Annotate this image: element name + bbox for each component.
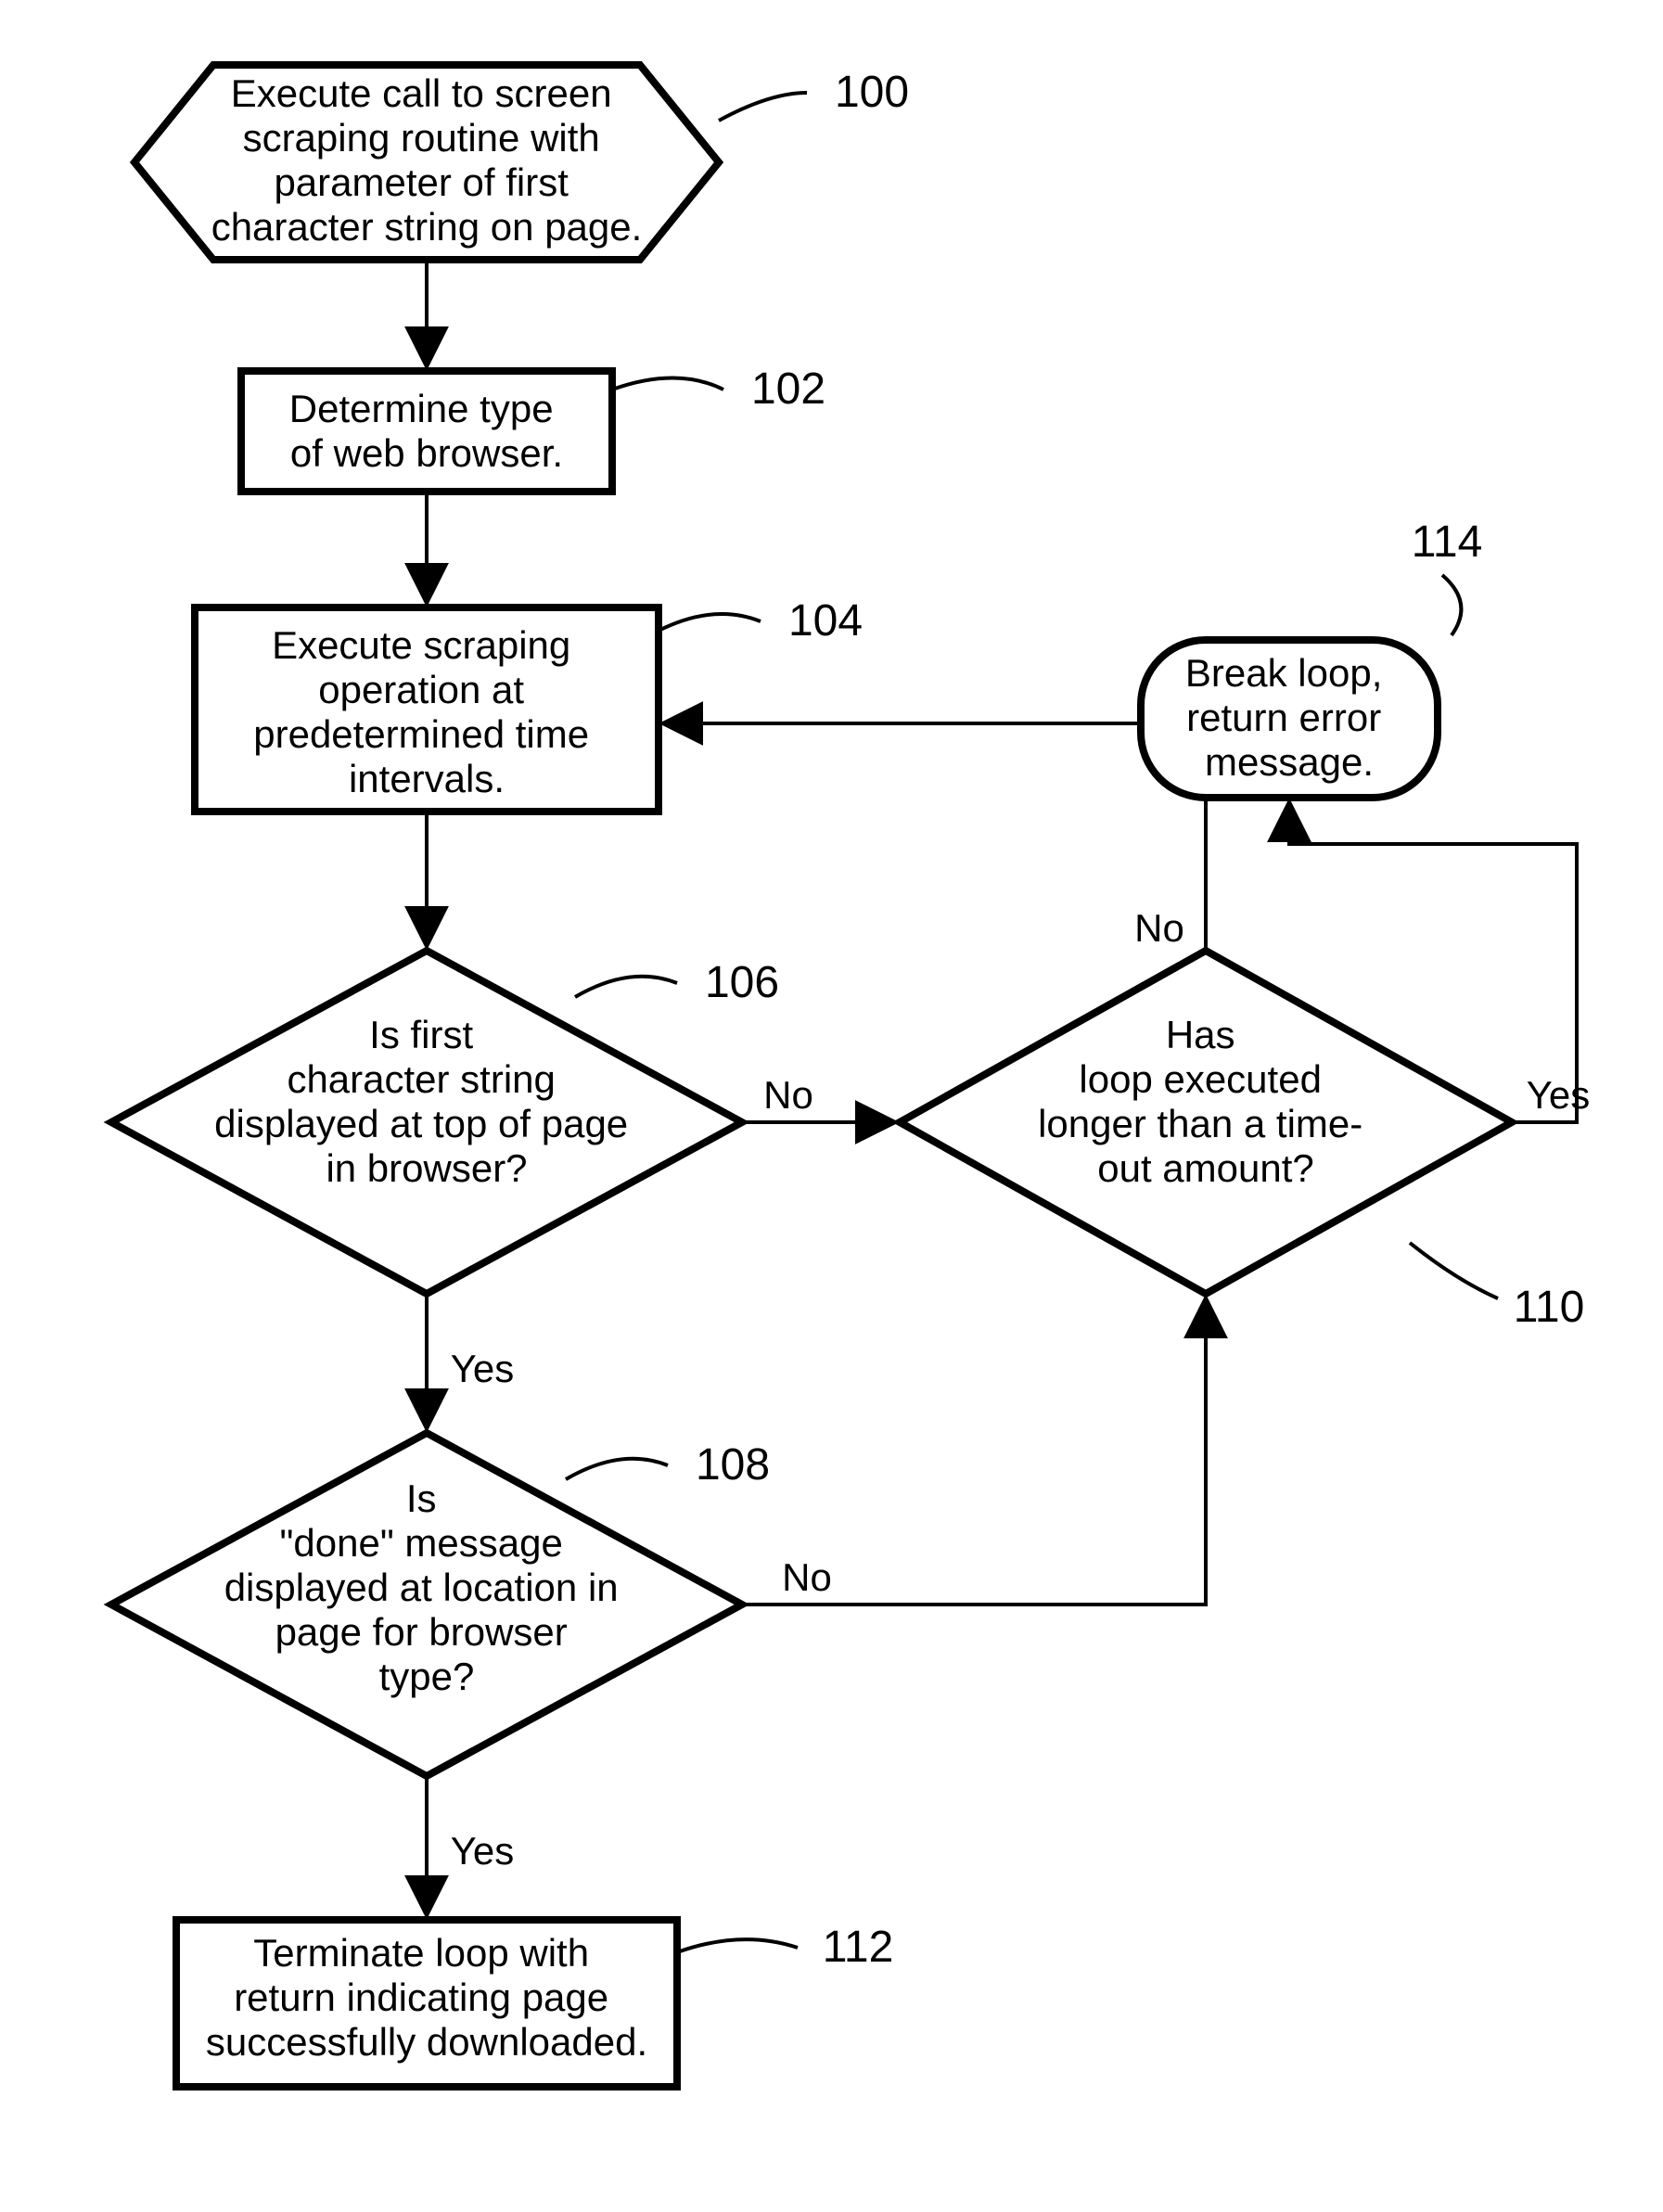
- node-100-text: Execute call to screen scraping routine …: [211, 71, 643, 249]
- node-112: Terminate loop with return indicating pa…: [176, 1920, 893, 2087]
- node-114-label: 114: [1412, 518, 1483, 567]
- edge-108-no: No: [782, 1555, 832, 1599]
- node-114: Break loop, return error message. 114: [1141, 518, 1482, 798]
- node-110-label: 110: [1514, 1283, 1585, 1332]
- node-102-label: 102: [751, 364, 825, 414]
- node-110: Has loop executed longer than a time- ou…: [900, 951, 1584, 1332]
- node-112-label: 112: [823, 1923, 894, 1972]
- node-108-label: 108: [696, 1440, 770, 1490]
- edge-106-no: No: [763, 1073, 813, 1117]
- node-108: Is "done" message displayed at location …: [111, 1433, 770, 1776]
- node-106-label: 106: [705, 958, 779, 1007]
- flowchart: Execute call to screen scraping routine …: [0, 0, 1663, 2212]
- node-112-text: Terminate loop with return indicating pa…: [206, 1931, 647, 2064]
- node-100-label: 100: [835, 68, 909, 117]
- node-114-text: Break loop, return error message.: [1185, 651, 1393, 784]
- node-106: Is first character string displayed at t…: [111, 951, 779, 1294]
- node-100: Execute call to screen scraping routine …: [134, 65, 909, 260]
- edge-110-no: No: [1134, 906, 1184, 950]
- edge-110-yes: Yes: [1527, 1073, 1591, 1117]
- node-102: Determine type of web browser. 102: [241, 364, 825, 492]
- edge-108-yes: Yes: [451, 1829, 515, 1873]
- node-102-text: Determine type of web browser.: [289, 387, 564, 475]
- edge-106-yes: Yes: [451, 1347, 515, 1390]
- node-104: Execute scraping operation at predetermi…: [195, 596, 863, 812]
- node-104-label: 104: [788, 596, 863, 646]
